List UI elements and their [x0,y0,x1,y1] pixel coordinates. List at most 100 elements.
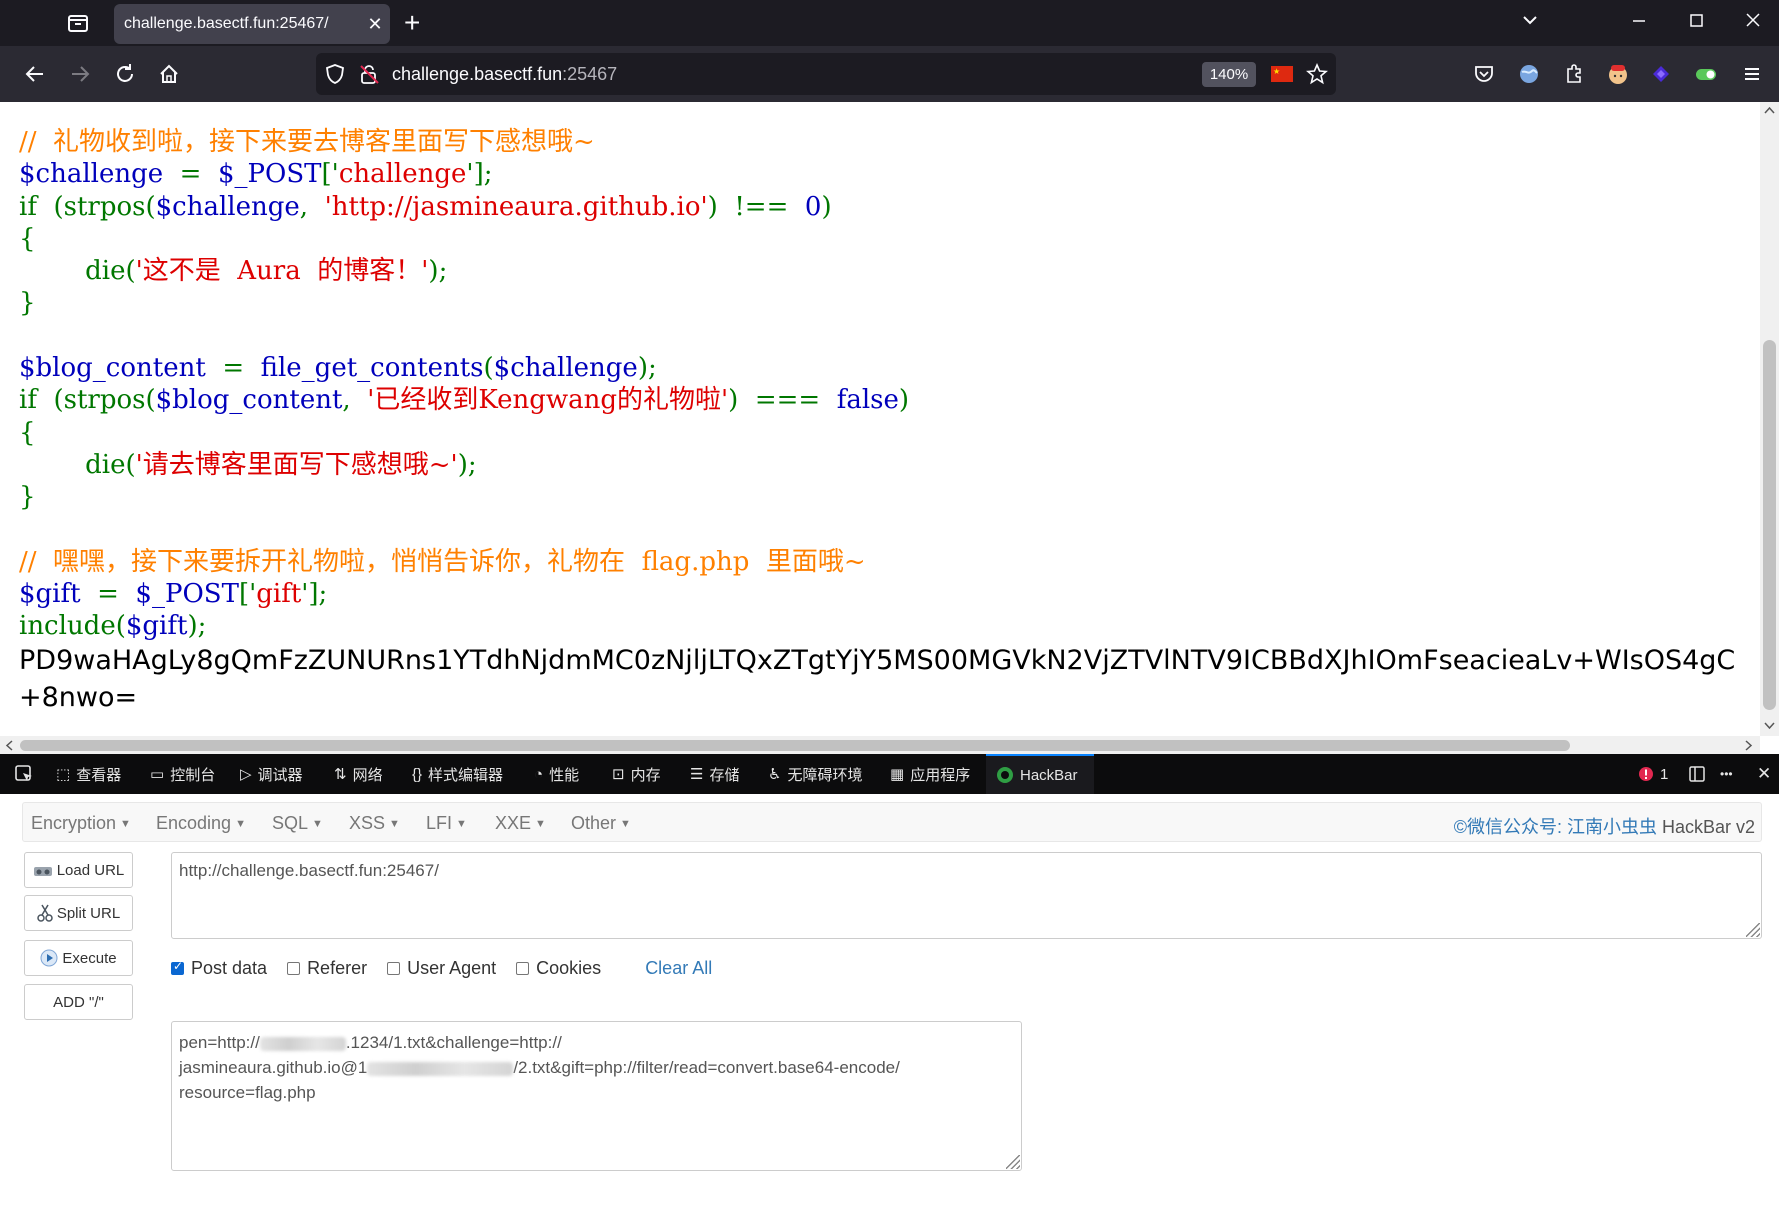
referer-option[interactable]: Referer [287,958,367,979]
error-count-badge[interactable]: 1 [1638,754,1668,794]
hackbar-panel: Encryption ▼ Encoding ▼ SQL ▼ XSS ▼ LFI ▼ XXE… [0,794,1779,1215]
insecure-lock-icon[interactable] [358,63,380,90]
execute-button[interactable]: Execute [24,940,133,976]
button-label: Load URL [56,861,125,879]
scroll-down-icon[interactable] [1764,722,1775,730]
scroll-right-icon[interactable] [1745,740,1753,751]
load-url-button[interactable]: Load URL [24,852,133,888]
address-bar[interactable]: challenge.basectf.fun:25467 140% [316,53,1336,95]
scroll-left-icon[interactable] [5,740,13,751]
horizontal-scrollbar[interactable] [0,736,1760,754]
option-label: User Agent [407,957,497,978]
back-icon[interactable] [21,60,49,88]
list-all-tabs-icon[interactable] [1520,10,1540,35]
tab-label: 控制台 [170,766,216,784]
tab-network[interactable]: ⇅ 网络 [334,754,383,794]
home-icon[interactable] [155,60,183,88]
tab-storage[interactable]: ☰ 存储 [690,754,739,794]
toggle-extension-icon[interactable] [1692,60,1720,88]
menu-encoding[interactable]: Encoding ▼ [156,813,246,834]
code-keyword: die( [19,449,136,480]
minimize-icon[interactable] [1630,10,1648,35]
menu-encryption[interactable]: Encryption ▼ [31,813,131,834]
scroll-up-icon[interactable] [1764,106,1775,114]
cookies-checkbox[interactable] [516,961,530,975]
extensions-icon[interactable] [1560,60,1588,88]
user-agent-checkbox[interactable] [387,961,401,975]
resize-grip-icon[interactable] [1006,1155,1020,1169]
referer-checkbox[interactable] [287,961,301,975]
close-devtools-icon[interactable]: ✕ [1757,754,1771,794]
globe-extension-icon[interactable] [1515,60,1543,88]
hackbar-credit[interactable]: ©微信公众号: 江南小虫虫 HackBar v2 [1454,813,1755,839]
reload-icon[interactable] [111,60,139,88]
menu-label: LFI [426,813,453,833]
post-text: resource=flag.php [179,1083,316,1102]
avatar-extension-icon[interactable] [1604,60,1632,88]
code-op: ) [821,191,832,222]
menu-lfi[interactable]: LFI ▼ [426,813,467,834]
code-op: ); [457,449,477,480]
post-data-textarea[interactable]: pen=http:// .1234/1.txt&challenge=http://… [171,1021,1022,1171]
tab-label: 性能 [549,766,580,784]
post-data-option[interactable]: Post data [171,958,267,979]
tab-debugger[interactable]: ▷ 调试器 [240,754,303,794]
memory-icon: ⊡ [612,766,625,783]
tab-performance[interactable]: ◔ 性能 [534,754,579,794]
horizontal-scroll-thumb[interactable] [20,740,1570,751]
code-comment: // 礼物收到啦，接下来要去博客里面写下感想哦~ [19,127,595,157]
tab-application[interactable]: ▦ 应用程序 [890,754,970,794]
post-data-checkbox[interactable] [171,959,184,975]
tab-label: 调试器 [257,766,303,784]
vertical-scroll-thumb[interactable] [1763,340,1776,710]
element-picker-icon[interactable] [14,754,34,794]
new-tab-button[interactable]: + [404,8,420,38]
scissors-icon [37,904,53,922]
code-string: 'http://jasmineaura.github.io' [324,191,708,222]
code-op: = [205,353,261,384]
add-slash-button[interactable]: ADD "/" [24,984,133,1020]
post-text: jasmineaura.github.io@1 [179,1058,368,1077]
url-text[interactable]: challenge.basectf.fun:25467 [392,64,617,85]
dock-side-icon[interactable] [1688,754,1706,794]
tab-inspector[interactable]: ⬚ 查看器 [56,754,121,794]
more-options-icon[interactable]: ••• [1720,754,1733,794]
vertical-scrollbar[interactable] [1760,102,1779,736]
tab-memory[interactable]: ⊡ 内存 [612,754,661,794]
close-window-icon[interactable] [1744,10,1762,35]
purple-extension-icon[interactable] [1647,60,1675,88]
star-icon[interactable] [1306,62,1328,90]
load-url-icon [33,867,52,876]
tab-style-editor[interactable]: {} 样式编辑器 [412,754,503,794]
url-textarea[interactable]: http://challenge.basectf.fun:25467/ [171,852,1762,939]
pocket-icon[interactable] [1470,60,1498,88]
code-op: [' [238,579,257,610]
resize-grip-icon[interactable] [1746,923,1760,937]
tab-console[interactable]: ▭ 控制台 [150,754,215,794]
close-tab-icon[interactable]: ✕ [360,14,390,35]
china-flag-icon[interactable] [1271,66,1293,82]
split-url-button[interactable]: Split URL [24,895,133,931]
menu-xxe[interactable]: XXE ▼ [495,813,546,834]
browser-tab[interactable]: challenge.basectf.fun:25467/ ✕ [114,4,390,44]
code-string: '这不是 Aura 的博客！' [135,256,429,287]
credit-link[interactable]: ©微信公众号: 江南小虫虫 [1454,817,1657,837]
menu-icon[interactable] [1738,60,1766,88]
button-label: Split URL [56,904,121,922]
shield-icon[interactable] [324,63,346,90]
menu-other[interactable]: Other ▼ [571,813,631,834]
menu-sql[interactable]: SQL ▼ [272,813,323,834]
code-op: ); [637,353,657,384]
tab-hackbar[interactable]: HackBar [986,754,1094,794]
menu-xss[interactable]: XSS ▼ [349,813,400,834]
hackbar-options: Post data Referer User Agent Cookies Cle… [171,956,712,980]
maximize-icon[interactable] [1687,10,1705,35]
tab-list-icon[interactable] [64,10,92,36]
user-agent-option[interactable]: User Agent [387,958,496,979]
tab-accessibility[interactable]: ♿ 无障碍环境 [768,754,862,794]
zoom-level-badge[interactable]: 140% [1202,62,1256,87]
clear-all-link[interactable]: Clear All [645,958,712,979]
menu-label: Encoding [156,813,232,833]
cookies-option[interactable]: Cookies [516,958,601,979]
caret-down-icon: ▼ [235,818,246,831]
